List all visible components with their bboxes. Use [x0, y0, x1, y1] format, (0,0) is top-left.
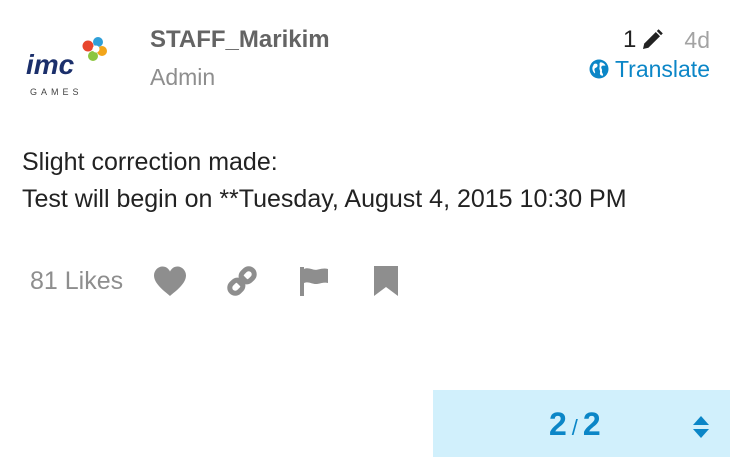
pencil-icon[interactable]: [640, 28, 664, 52]
svg-text:GAMES: GAMES: [30, 87, 83, 97]
likes-count[interactable]: 81 Likes: [30, 262, 123, 300]
topic-progress[interactable]: 2 / 2: [433, 390, 730, 457]
translate-button[interactable]: Translate: [589, 55, 710, 83]
flag-icon[interactable]: [295, 262, 333, 300]
post-text-line: Slight correction made:: [22, 148, 278, 176]
username[interactable]: STAFF_Marikim: [150, 25, 330, 55]
post-actions: 81 Likes: [30, 262, 439, 300]
post-meta: 1 4d: [623, 26, 710, 54]
post-text-line: Test will begin on **Tuesday, August 4, …: [22, 185, 627, 213]
up-down-arrows-icon[interactable]: [691, 415, 711, 439]
translate-label: Translate: [614, 56, 710, 82]
progress-total: 2: [582, 406, 601, 442]
bookmark-icon[interactable]: [367, 262, 405, 300]
progress-counter: 2 / 2: [549, 404, 601, 444]
imc-games-logo: imc GAMES: [26, 37, 107, 97]
progress-current: 2: [549, 406, 567, 442]
progress-separator: /: [571, 415, 578, 440]
post-age[interactable]: 4d: [684, 26, 710, 54]
svg-text:imc: imc: [26, 49, 75, 80]
edit-count[interactable]: 1: [623, 26, 636, 54]
user-title: Admin: [150, 64, 216, 90]
avatar[interactable]: imc GAMES: [22, 36, 118, 102]
link-icon[interactable]: [223, 262, 261, 300]
heart-icon[interactable]: [151, 262, 189, 300]
post-body: Slight correction made: Test will begin …: [22, 144, 732, 218]
globe-icon: [589, 59, 609, 79]
